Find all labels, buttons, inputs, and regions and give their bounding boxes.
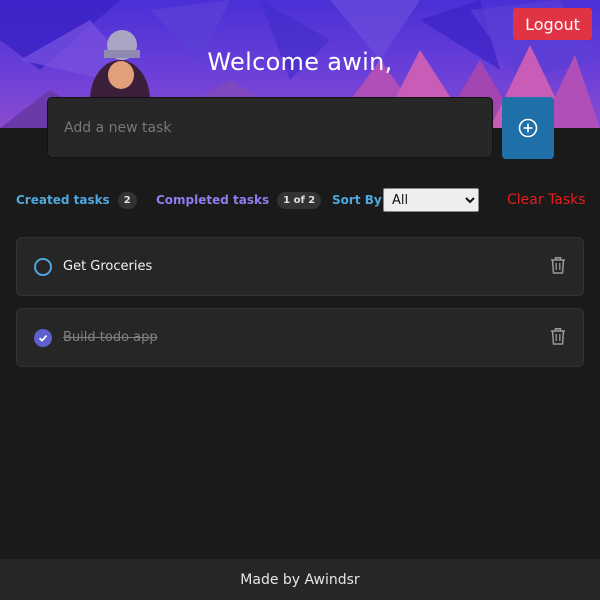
completed-tasks-counter: Completed tasks 1 of 2: [156, 188, 322, 212]
task-item: Get Groceries: [16, 237, 584, 296]
new-task-input[interactable]: [47, 97, 493, 158]
footer-credit: Made by Awindsr: [240, 571, 360, 588]
task-checkbox-unchecked[interactable]: [34, 258, 52, 276]
completed-tasks-badge: 1 of 2: [277, 191, 322, 209]
created-tasks-label: Created tasks: [16, 193, 110, 207]
task-item: Build todo app: [16, 308, 584, 367]
task-checkbox-checked[interactable]: [34, 329, 52, 347]
footer: Made by Awindsr: [0, 559, 600, 600]
plus-circle-icon: [518, 118, 538, 138]
task-label: Get Groceries: [63, 259, 153, 274]
sort-select[interactable]: All: [383, 188, 479, 212]
task-toolbar: Created tasks 2 Completed tasks 1 of 2 S…: [0, 188, 600, 212]
welcome-heading: Welcome awin,: [207, 48, 393, 76]
checkmark-icon: [38, 335, 48, 342]
trash-icon[interactable]: [549, 255, 567, 275]
sort-by-label: Sort By: [332, 193, 382, 207]
task-label: Build todo app: [63, 330, 158, 345]
logout-button[interactable]: Logout: [513, 8, 592, 40]
created-tasks-badge: 2: [117, 191, 137, 209]
created-tasks-counter: Created tasks 2: [16, 188, 137, 212]
trash-icon[interactable]: [549, 326, 567, 346]
add-task-button[interactable]: [502, 97, 554, 159]
completed-tasks-label: Completed tasks: [156, 193, 270, 207]
clear-tasks-button[interactable]: Clear Tasks: [507, 188, 586, 212]
